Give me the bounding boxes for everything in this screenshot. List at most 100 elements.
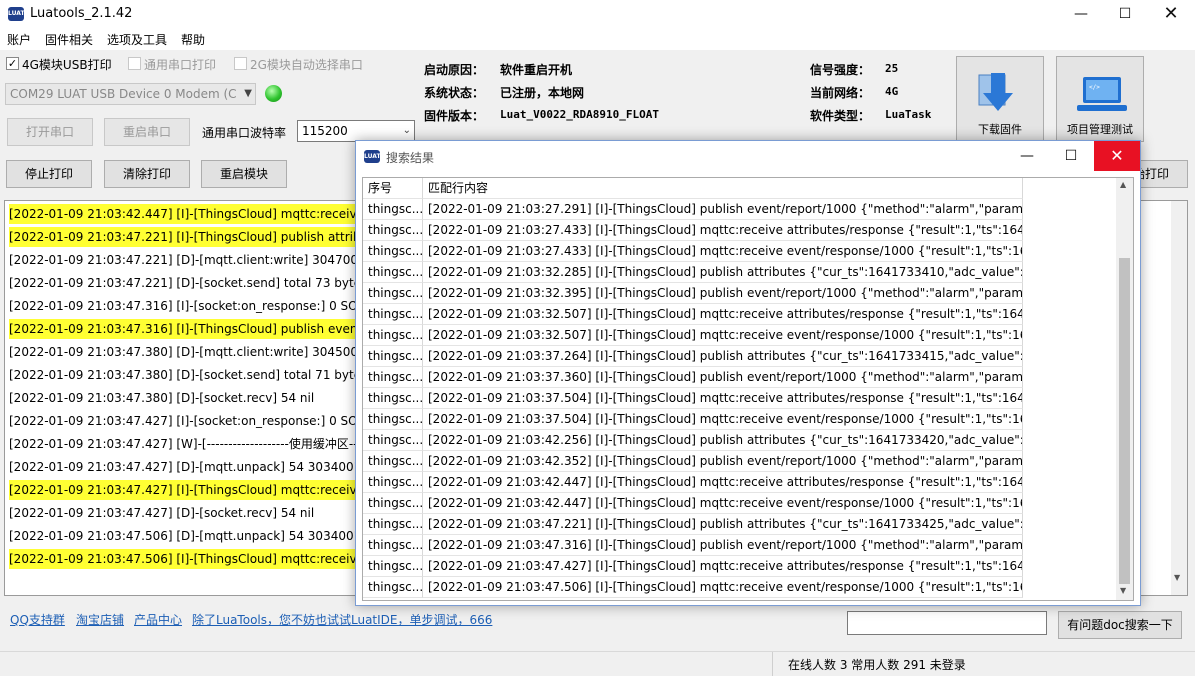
scroll-down-icon[interactable]: ▼ xyxy=(1120,586,1126,595)
chevron-down-icon: ⌄ xyxy=(402,125,411,136)
link-luatide[interactable]: 除了LuaTools，您不妨也试试LuatIDE，单步调试，666 xyxy=(192,611,492,628)
restart-module-button[interactable]: 重启模块 xyxy=(201,160,287,188)
dialog-logo-icon: LUAT xyxy=(364,150,381,163)
baud-rate-value: 115200 xyxy=(302,124,348,138)
baud-rate-select[interactable]: 115200 ⌄ xyxy=(297,120,415,142)
table-cell-content[interactable]: [2022-01-09 21:03:27.433] [I]-[ThingsClo… xyxy=(423,241,1023,262)
table-cell-index[interactable]: thingsc... xyxy=(363,283,423,304)
table-cell-index[interactable]: thingsc... xyxy=(363,430,423,451)
menu-options-tools[interactable]: 选项及工具 xyxy=(107,31,167,48)
status-divider xyxy=(772,652,773,676)
table-cell-index[interactable]: thingsc... xyxy=(363,199,423,220)
table-cell-content[interactable]: [2022-01-09 21:03:32.507] [I]-[ThingsClo… xyxy=(423,304,1023,325)
firmware-version-label: 固件版本： xyxy=(424,109,485,123)
log-line: [2022-01-09 21:03:42.447] [I]-[ThingsClo… xyxy=(9,204,387,224)
software-type-value: LuaTask xyxy=(885,108,932,121)
search-results-table[interactable]: 序号 匹配行内容 thingsc... [2022-01-09 21:03:27.… xyxy=(362,177,1134,601)
doc-search-button[interactable]: 有问题doc搜索一下 xyxy=(1058,611,1182,639)
dialog-close-icon[interactable]: ✕ xyxy=(1094,141,1140,171)
checkbox-serial-print-label: 通用串口打印 xyxy=(144,58,217,72)
table-cell-index[interactable]: thingsc... xyxy=(363,514,423,535)
scroll-up-icon[interactable]: ▲ xyxy=(1120,180,1126,189)
log-line: [2022-01-09 21:03:47.380] [D]-[mqtt.clie… xyxy=(9,345,389,359)
scroll-down-icon[interactable]: ▼ xyxy=(1174,573,1180,582)
menu-account[interactable]: 账户 xyxy=(7,31,31,48)
checkbox-2g-auto-port[interactable] xyxy=(234,57,247,70)
table-cell-index[interactable]: thingsc... xyxy=(363,451,423,472)
column-header-content[interactable]: 匹配行内容 xyxy=(423,178,1023,199)
log-scrollbar[interactable]: ▼ xyxy=(1171,201,1187,595)
dialog-title-bar: LUAT 搜索结果 — ☐ ✕ xyxy=(356,141,1140,173)
table-cell-content[interactable]: [2022-01-09 21:03:37.264] [I]-[ThingsClo… xyxy=(423,346,1023,367)
table-cell-index[interactable]: thingsc... xyxy=(363,577,423,598)
table-scrollbar[interactable]: ▲ ▼ xyxy=(1116,178,1133,600)
close-icon[interactable]: ✕ xyxy=(1148,0,1194,28)
table-cell-index[interactable]: thingsc... xyxy=(363,535,423,556)
maximize-icon[interactable]: ☐ xyxy=(1102,0,1148,28)
port-select[interactable]: COM29 LUAT USB Device 0 Modem (C ▼ xyxy=(5,83,256,105)
project-management-button[interactable]: </> 项目管理测试 xyxy=(1056,56,1144,142)
chevron-down-icon: ▼ xyxy=(244,88,252,99)
table-cell-index[interactable]: thingsc... xyxy=(363,262,423,283)
firmware-version-value: Luat_V0022_RDA8910_FLOAT xyxy=(500,108,659,121)
table-cell-index[interactable]: thingsc... xyxy=(363,220,423,241)
table-cell-content[interactable]: [2022-01-09 21:03:27.291] [I]-[ThingsClo… xyxy=(423,199,1023,220)
table-cell-index[interactable]: thingsc... xyxy=(363,493,423,514)
clear-print-button[interactable]: 清除打印 xyxy=(104,160,190,188)
table-cell-content[interactable]: [2022-01-09 21:03:47.221] [I]-[ThingsClo… xyxy=(423,514,1023,535)
table-cell-content[interactable]: [2022-01-09 21:03:37.504] [I]-[ThingsClo… xyxy=(423,388,1023,409)
table-cell-content[interactable]: [2022-01-09 21:03:32.507] [I]-[ThingsClo… xyxy=(423,325,1023,346)
link-qq-group[interactable]: QQ支持群 xyxy=(10,611,65,628)
download-firmware-button[interactable]: 下载固件 xyxy=(956,56,1044,142)
log-line: [2022-01-09 21:03:47.380] [D]-[socket.re… xyxy=(9,391,315,405)
menu-help[interactable]: 帮助 xyxy=(181,31,205,48)
boot-reason-label: 启动原因： xyxy=(424,63,485,77)
current-network-label: 当前网络： xyxy=(810,86,871,100)
table-cell-index[interactable]: thingsc... xyxy=(363,472,423,493)
checkbox-4g-usb-print-label: 4G模块USB打印 xyxy=(22,58,112,72)
link-product-center[interactable]: 产品中心 xyxy=(134,611,182,628)
table-cell-content[interactable]: [2022-01-09 21:03:47.316] [I]-[ThingsClo… xyxy=(423,535,1023,556)
table-cell-index[interactable]: thingsc... xyxy=(363,325,423,346)
dialog-minimize-icon[interactable]: — xyxy=(1004,141,1050,171)
table-cell-content[interactable]: [2022-01-09 21:03:42.352] [I]-[ThingsClo… xyxy=(423,451,1023,472)
minimize-icon[interactable]: — xyxy=(1058,0,1104,28)
log-line: [2022-01-09 21:03:47.427] [D]-[mqtt.unpa… xyxy=(9,460,385,474)
checkbox-4g-usb-print[interactable]: ✓ xyxy=(6,57,19,70)
table-cell-content[interactable]: [2022-01-09 21:03:37.360] [I]-[ThingsClo… xyxy=(423,367,1023,388)
table-cell-content[interactable]: [2022-01-09 21:03:47.506] [I]-[ThingsClo… xyxy=(423,577,1023,598)
table-cell-content[interactable]: [2022-01-09 21:03:37.504] [I]-[ThingsClo… xyxy=(423,409,1023,430)
open-port-button[interactable]: 打开串口 xyxy=(7,118,93,146)
table-cell-content[interactable]: [2022-01-09 21:03:32.285] [I]-[ThingsClo… xyxy=(423,262,1023,283)
title-bar: LUAT Luatools_2.1.42 — ☐ ✕ xyxy=(0,0,1195,28)
status-bar: 在线人数 3 常用人数 291 未登录 xyxy=(0,651,1195,676)
app-logo-icon: LUAT xyxy=(8,7,25,21)
table-cell-index[interactable]: thingsc... xyxy=(363,409,423,430)
table-cell-content[interactable]: [2022-01-09 21:03:42.447] [I]-[ThingsClo… xyxy=(423,493,1023,514)
table-cell-content[interactable]: [2022-01-09 21:03:47.427] [I]-[ThingsClo… xyxy=(423,556,1023,577)
table-cell-index[interactable]: thingsc... xyxy=(363,241,423,262)
stop-print-button[interactable]: 停止打印 xyxy=(6,160,92,188)
status-text: 在线人数 3 常用人数 291 未登录 xyxy=(788,658,966,672)
dialog-maximize-icon[interactable]: ☐ xyxy=(1048,141,1094,171)
table-cell-index[interactable]: thingsc... xyxy=(363,388,423,409)
column-header-index[interactable]: 序号 xyxy=(363,178,423,199)
table-cell-index[interactable]: thingsc... xyxy=(363,304,423,325)
table-cell-content[interactable]: [2022-01-09 21:03:27.433] [I]-[ThingsClo… xyxy=(423,220,1023,241)
table-cell-index[interactable]: thingsc... xyxy=(363,556,423,577)
menu-firmware[interactable]: 固件相关 xyxy=(45,31,93,48)
table-cell-index[interactable]: thingsc... xyxy=(363,346,423,367)
signal-strength-label: 信号强度： xyxy=(810,63,871,77)
scrollbar-thumb[interactable] xyxy=(1119,258,1130,584)
restart-port-button[interactable]: 重启串口 xyxy=(104,118,190,146)
table-cell-content[interactable]: [2022-01-09 21:03:42.447] [I]-[ThingsClo… xyxy=(423,472,1023,493)
table-cell-index[interactable]: thingsc... xyxy=(363,367,423,388)
link-taobao-store[interactable]: 淘宝店铺 xyxy=(76,611,124,628)
table-cell-content[interactable]: [2022-01-09 21:03:42.256] [I]-[ThingsClo… xyxy=(423,430,1023,451)
doc-search-input[interactable] xyxy=(847,611,1047,635)
log-line: [2022-01-09 21:03:47.221] [D]-[mqtt.clie… xyxy=(9,253,390,267)
system-state-value: 已注册，本地网 xyxy=(500,86,585,100)
checkbox-serial-print[interactable] xyxy=(128,57,141,70)
menu-bar xyxy=(0,28,1195,50)
table-cell-content[interactable]: [2022-01-09 21:03:32.395] [I]-[ThingsClo… xyxy=(423,283,1023,304)
